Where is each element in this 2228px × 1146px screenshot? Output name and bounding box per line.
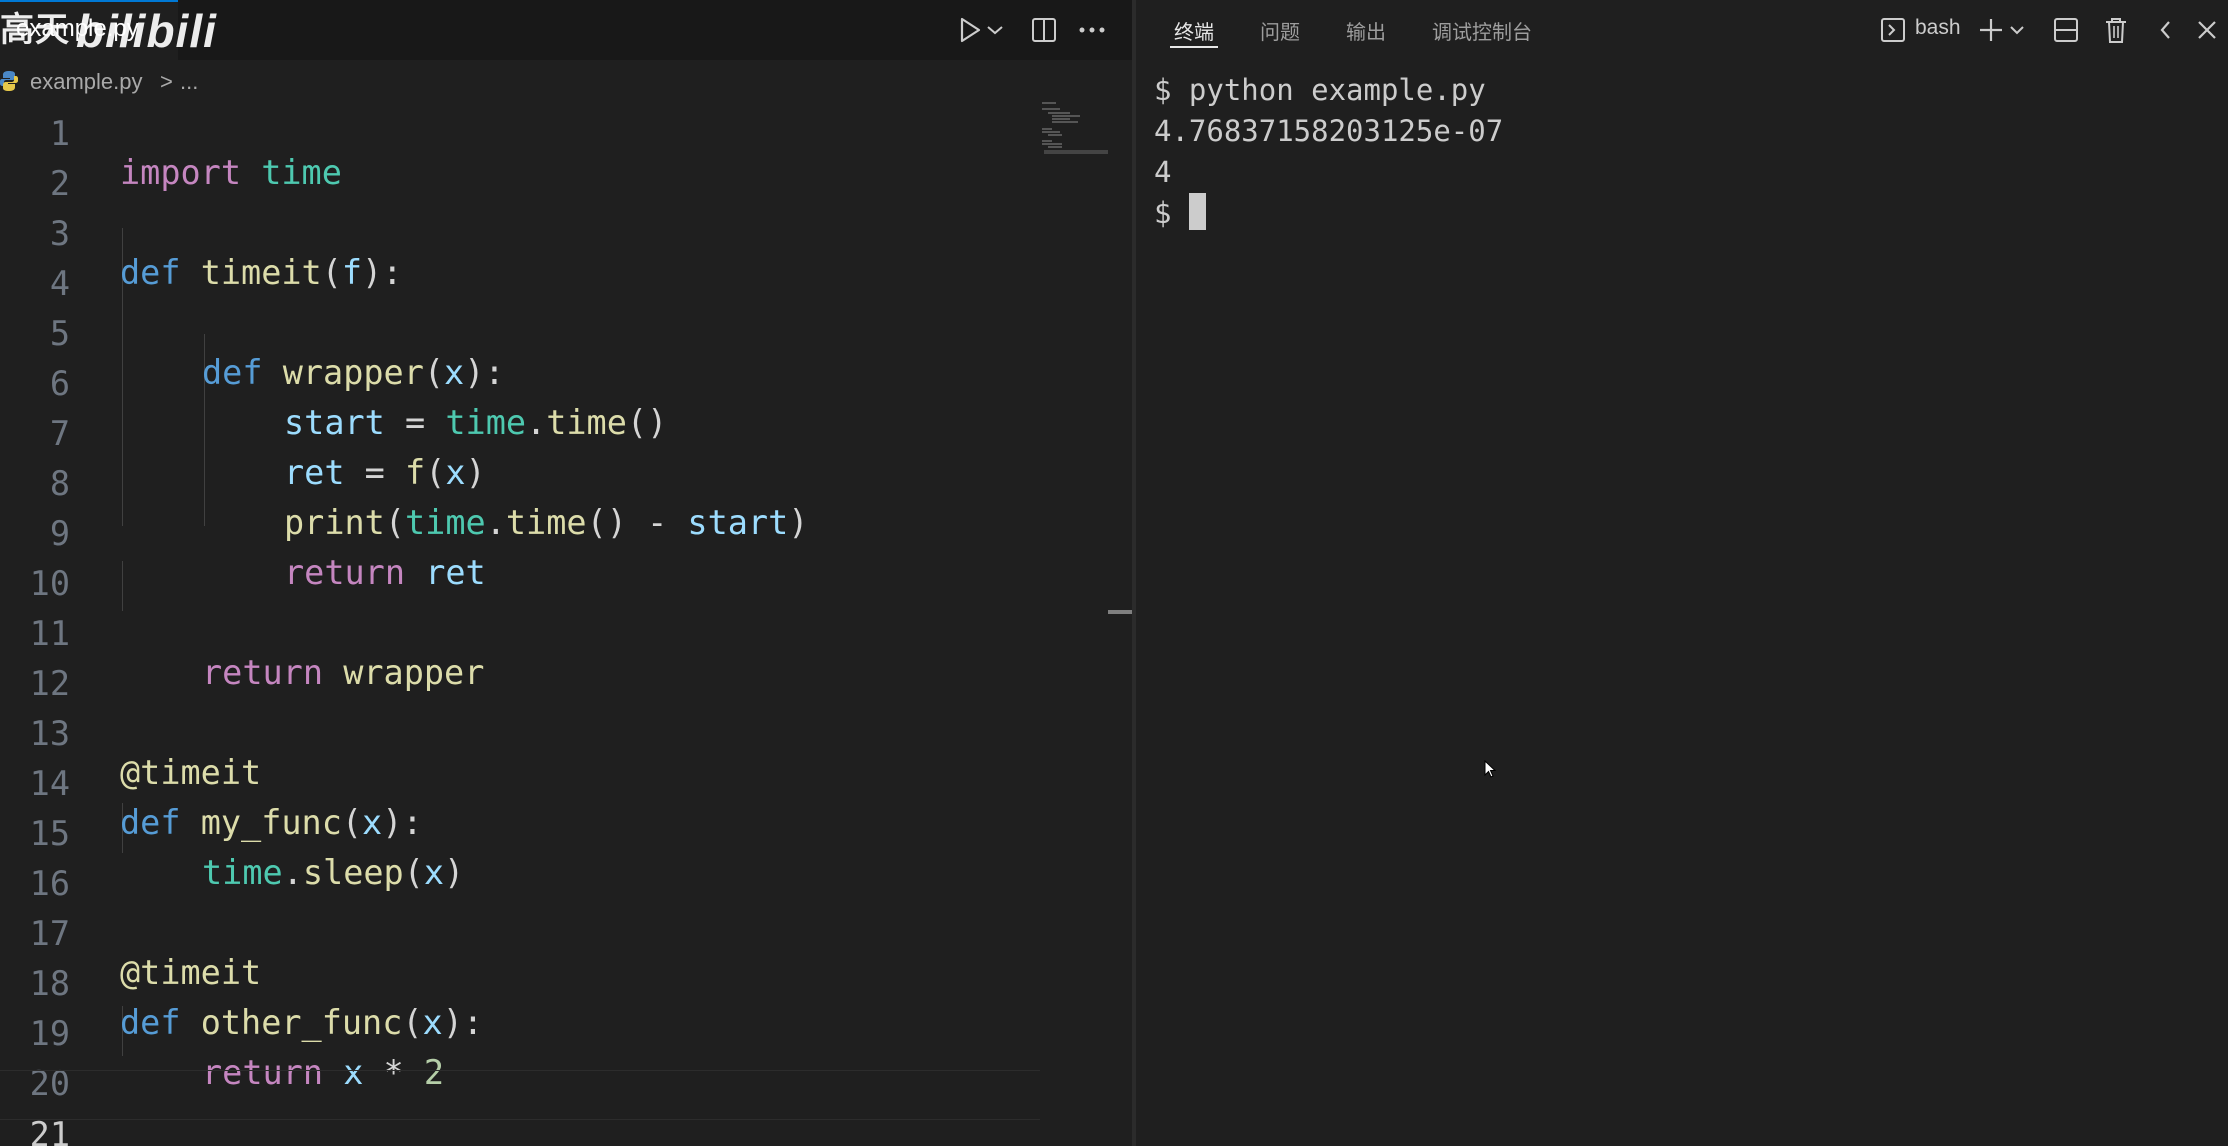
code-line-17: 17 @timeit — [0, 870, 1040, 992]
code-line-6: 6 start = time.time() — [0, 320, 1040, 442]
terminal-line: 4.76837158203125e-07 — [1154, 114, 1504, 148]
run-options-dropdown[interactable] — [984, 12, 1006, 48]
code-line-5: 5 def wrapper(x): — [0, 270, 1040, 392]
terminal-icon — [1881, 18, 1905, 42]
plus-icon — [1980, 19, 2002, 41]
code-line-14: 14 def my_func(x): — [0, 720, 1040, 842]
tab-problems[interactable]: 问题 — [1260, 16, 1300, 45]
code-line-18: 18 def other_func(x): — [0, 920, 1040, 1042]
code-line-20: 20 — [0, 1020, 1040, 1103]
code-line-21-current: 21 print(other_func(2)) — [0, 1070, 1040, 1146]
panel-tab-bar: 终端 问题 输出 调试控制台 bash — [1136, 0, 2228, 60]
split-editor-button[interactable] — [1026, 12, 1062, 48]
chevron-down-icon — [2010, 26, 2024, 35]
previous-button[interactable] — [2150, 12, 2180, 48]
close-icon — [2198, 21, 2216, 39]
more-actions-button[interactable] — [1074, 12, 1110, 48]
terminal-shell-button[interactable] — [1878, 12, 1908, 48]
terminal-output[interactable]: $ python example.py 4.76837158203125e-07… — [1154, 70, 1503, 234]
tab-terminal[interactable]: 终端 — [1174, 16, 1214, 45]
terminal-line: 4 — [1154, 155, 1172, 189]
active-tab-indicator — [1170, 46, 1218, 48]
code-line-15: 15 time.sleep(x) — [0, 770, 1040, 892]
tab-debug-console[interactable]: 调试控制台 — [1432, 16, 1532, 45]
split-editor-icon — [1032, 18, 1056, 42]
kill-terminal-button[interactable] — [2098, 12, 2134, 48]
code-line-12: 12 — [0, 620, 1040, 703]
split-panel-icon — [2054, 18, 2078, 42]
code-editor[interactable]: 1 import time 2 3 def timeit(f): 4 5 def… — [0, 86, 1040, 1146]
terminal-panel: 终端 问题 输出 调试控制台 bash $ python example.py … — [1136, 0, 2228, 1146]
code-line-4: 4 — [0, 220, 1040, 303]
mouse-pointer-icon — [1484, 760, 1497, 778]
scrollbar-marker[interactable] — [1108, 610, 1132, 614]
terminal-prompt-line: $ — [1154, 193, 1503, 234]
code-line-16: 16 — [0, 820, 1040, 903]
bilibili-watermark: 高天 bilibili — [0, 2, 217, 58]
split-terminal-button[interactable] — [2048, 12, 2084, 48]
close-panel-button[interactable] — [2192, 12, 2222, 48]
chevron-left-icon — [2160, 21, 2170, 39]
code-line-13: 13 @timeit — [0, 670, 1040, 792]
editor-tab-bar: example.py 高天 bilibili — [0, 0, 1132, 60]
terminal-cursor — [1188, 193, 1206, 230]
trash-icon — [2106, 18, 2126, 43]
editor-pane: example.py 高天 bilibili example.py > ... … — [0, 0, 1132, 1146]
run-python-file-button[interactable] — [952, 12, 988, 48]
code-line-3: 3 def timeit(f): — [0, 170, 1040, 292]
code-line-7: 7 ret = f(x) — [0, 370, 1040, 492]
line-number: 21 — [29, 1115, 70, 1146]
vscode-window: example.py 高天 bilibili example.py > ... … — [0, 0, 2228, 1146]
launch-profile-dropdown[interactable] — [2006, 12, 2028, 48]
terminal-prompt: $ — [1154, 196, 1189, 230]
ellipsis-icon — [1079, 27, 1105, 33]
watermark-logo: bilibili — [76, 5, 217, 57]
play-icon — [960, 17, 981, 43]
code-line-19: 19 return x * 2 — [0, 970, 1040, 1092]
chevron-down-icon — [987, 26, 1003, 35]
code-line-10: 10 — [0, 520, 1040, 603]
terminal-shell-label[interactable]: bash — [1915, 16, 1961, 40]
code-line-1: 1 import time — [0, 86, 1040, 192]
minimap-slider[interactable] — [1044, 150, 1108, 154]
watermark-prefix: 高天 — [0, 11, 70, 49]
terminal-line: $ python example.py — [1154, 73, 1486, 107]
code-line-8: 8 print(time.time() - start) — [0, 420, 1040, 542]
code-line-2: 2 — [0, 120, 1040, 203]
code-line-9: 9 return ret — [0, 470, 1040, 592]
tab-output[interactable]: 输出 — [1346, 16, 1386, 45]
code-line-11: 11 return wrapper — [0, 570, 1040, 692]
new-terminal-button[interactable] — [1976, 12, 2006, 48]
